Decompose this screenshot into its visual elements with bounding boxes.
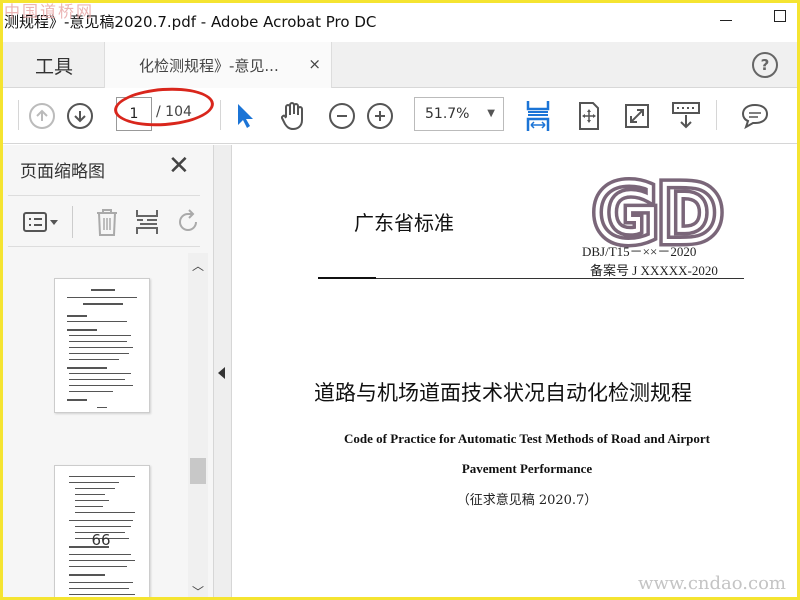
toolbar-separator: [220, 100, 221, 130]
thumbnail-scrollbar[interactable]: ︿ ﹀: [188, 253, 208, 600]
draft-note: （征求意见稿 2020.7）: [456, 493, 598, 508]
trash-icon: [97, 209, 117, 236]
thumbnail-list[interactable]: 66: [0, 253, 188, 600]
document-view[interactable]: 广东省标准 GD GD DBJ/T15－××－2020 备案号 J XXXXX-…: [232, 145, 800, 600]
rotate-pages-button[interactable]: [176, 208, 200, 236]
help-icon[interactable]: ?: [752, 52, 778, 78]
next-page-button[interactable]: [66, 88, 94, 144]
fit-page-icon: [579, 102, 599, 130]
tab-bar: 工具 化检测规程》-意见... × ?: [0, 42, 800, 88]
rotate-icon: [179, 209, 197, 231]
page-thumbnail-66[interactable]: [54, 278, 150, 413]
record-number: 备案号 J XXXXX-2020: [590, 263, 718, 278]
watermark-top: 中国道桥网: [4, 2, 95, 21]
previous-page-button[interactable]: [28, 88, 56, 144]
document-title-en-line2: Pavement Performance: [461, 461, 593, 476]
scrollbar-thumb[interactable]: [190, 458, 206, 484]
options-menu-icon: [23, 212, 58, 232]
fit-width-icon: [526, 101, 550, 131]
zoom-value: 51.7%: [425, 106, 470, 122]
zoom-out-button[interactable]: [328, 88, 356, 144]
header-rule-accent: [318, 277, 376, 279]
hand-icon: [281, 102, 303, 130]
panel-close-icon[interactable]: ✕: [168, 153, 190, 179]
thumbnail-panel: 页面缩略图 ✕ 66 ︿ ﹀: [0, 145, 214, 600]
minus-icon: [329, 103, 355, 129]
maximize-icon[interactable]: [774, 10, 786, 22]
scroll-up-icon[interactable]: ︿: [192, 257, 204, 274]
comment-button[interactable]: [738, 88, 772, 144]
collapse-left-icon[interactable]: [218, 367, 225, 379]
keyboard-scroll-icon: [672, 102, 700, 129]
insert-pages-button[interactable]: [134, 208, 160, 236]
select-tool-button[interactable]: [232, 88, 258, 144]
panel-collapse-strip[interactable]: [214, 145, 232, 600]
standard-label: 广东省标准: [354, 211, 454, 235]
panel-toolbar: [8, 195, 200, 247]
panel-toolbar-separator: [72, 206, 73, 238]
fit-page-button[interactable]: [574, 88, 604, 144]
window-controls: [720, 10, 786, 22]
watermark-bottom: www.cndao.com: [638, 573, 786, 594]
thumbnail-page-label: 66: [91, 531, 111, 549]
scroll-mode-button[interactable]: [670, 88, 702, 144]
tab-document[interactable]: 化检测规程》-意见... ×: [104, 42, 332, 88]
scroll-down-icon[interactable]: ﹀: [192, 583, 204, 600]
plus-icon: [367, 103, 393, 129]
toolbar-separator: [18, 100, 19, 130]
document-code: DBJ/T15－××－2020: [582, 244, 697, 259]
fit-width-button[interactable]: [522, 88, 554, 144]
delete-pages-button[interactable]: [94, 208, 120, 236]
full-screen-button[interactable]: [622, 88, 652, 144]
arrow-up-icon: [29, 103, 55, 129]
expand-icon: [625, 104, 649, 128]
title-bar: 测规程》-意见稿2020.7.pdf - Adobe Acrobat Pro D…: [0, 0, 800, 42]
cursor-arrow-icon: [238, 104, 253, 128]
insert-page-icon: [136, 210, 158, 234]
zoom-select[interactable]: 51.7% ▼: [414, 97, 504, 131]
minimize-icon[interactable]: [720, 19, 732, 21]
zoom-in-button[interactable]: [366, 88, 394, 144]
panel-title: 页面缩略图: [20, 162, 105, 182]
arrow-down-icon: [67, 103, 93, 129]
tab-document-label: 化检测规程》-意见...: [139, 56, 279, 75]
tab-tools[interactable]: 工具: [4, 42, 104, 88]
header-rule: [318, 278, 744, 279]
tab-close-icon[interactable]: ×: [308, 55, 321, 73]
comment-bubble-icon: [741, 103, 769, 130]
document-title-cn: 道路与机场道面技术状况自动化检测规程: [314, 381, 692, 405]
hand-tool-button[interactable]: [278, 88, 308, 144]
document-title-en-line1: Code of Practice for Automatic Test Meth…: [344, 431, 710, 446]
chevron-down-icon: ▼: [487, 108, 495, 119]
thumbnail-options-button[interactable]: [22, 208, 60, 236]
toolbar-separator: [716, 100, 717, 130]
